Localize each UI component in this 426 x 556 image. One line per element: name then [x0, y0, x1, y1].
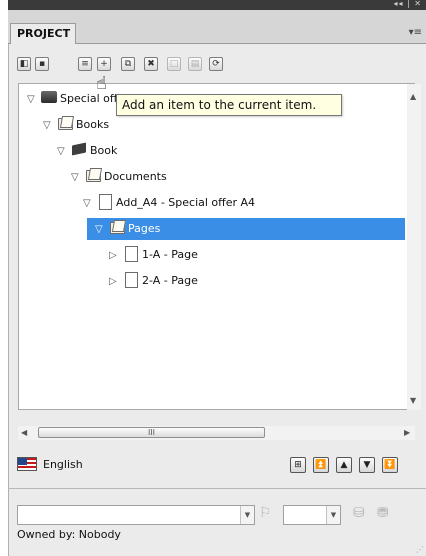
- tree-item-pages[interactable]: ▽ Pages: [87, 218, 405, 240]
- collapse-toggle-icon[interactable]: ▷: [109, 271, 123, 293]
- move-top-icon[interactable]: ⏫: [313, 457, 329, 473]
- tree-item-books[interactable]: ▽ Books: [43, 114, 109, 136]
- list-icon[interactable]: ▤: [188, 57, 202, 71]
- add-item-icon[interactable]: +: [97, 57, 111, 71]
- tree-item-label: Add_A4 - Special offer A4: [116, 196, 256, 209]
- tree-item-documents[interactable]: ▽ Documents: [71, 166, 167, 188]
- owner-label: Owned by: Nobody: [17, 528, 121, 541]
- scroll-left-icon[interactable]: ◀: [21, 428, 27, 437]
- move-down-icon[interactable]: ▼: [359, 457, 375, 473]
- special-icon: [41, 90, 57, 104]
- unlock-icon[interactable]: ⛃: [377, 505, 389, 521]
- window-controls[interactable]: ◂◂ | ✕: [393, 0, 422, 9]
- folder-icon: [85, 168, 101, 182]
- scroll-up-icon[interactable]: ▲: [410, 92, 416, 101]
- flag-icon[interactable]: ⚐: [259, 505, 272, 521]
- page-icon: [97, 194, 113, 210]
- panel-title-bar: ◂◂ | ✕: [8, 0, 426, 10]
- blank-icon[interactable]: □: [167, 57, 181, 71]
- refresh-icon[interactable]: ⟳: [209, 57, 223, 71]
- move-up-icon[interactable]: ▲: [336, 457, 352, 473]
- language-label[interactable]: English: [43, 458, 83, 471]
- chevron-down-icon[interactable]: ▼: [326, 506, 340, 524]
- tree-item-page-1a[interactable]: ▷ 1-A - Page: [109, 244, 198, 266]
- select-icon[interactable]: ◧: [17, 57, 31, 71]
- tooltip: Add an item to the current item.: [116, 94, 342, 116]
- tree-item-label: 2-A - Page: [142, 274, 198, 287]
- expand-toggle-icon[interactable]: ▽: [27, 89, 41, 111]
- collapse-toggle-icon[interactable]: ▷: [109, 245, 123, 267]
- status-combo[interactable]: ▼: [17, 505, 255, 525]
- properties-icon[interactable]: ≡: [78, 57, 92, 71]
- hand-cursor-icon: ☝: [96, 73, 107, 94]
- expand-toggle-icon[interactable]: ▽: [83, 193, 97, 215]
- folder-icon: [57, 116, 73, 130]
- tree-item-add-a4[interactable]: ▽ Add_A4 - Special offer A4: [83, 192, 255, 214]
- tree-item-label: 1-A - Page: [142, 248, 198, 261]
- tree-item-book[interactable]: ▽ Book: [57, 140, 117, 162]
- tab-project[interactable]: PROJECT: [10, 23, 76, 44]
- tree-item-label: Pages: [128, 222, 161, 235]
- tree-item-page-2a[interactable]: ▷ 2-A - Page: [109, 270, 198, 292]
- folder-icon: [109, 220, 125, 234]
- tree-item-label: Documents: [104, 170, 167, 183]
- delete-icon[interactable]: ✖: [144, 57, 158, 71]
- expand-toggle-icon[interactable]: ▽: [43, 115, 57, 137]
- tree-item-label: Books: [76, 118, 110, 131]
- page-icon: [123, 246, 139, 262]
- expand-toggle-icon[interactable]: ▽: [71, 167, 85, 189]
- project-tree[interactable]: ▽ Special offer ▽ Books ▽ Book ▽ Documents ▽…: [18, 83, 415, 410]
- scroll-right-icon[interactable]: ▶: [404, 428, 410, 437]
- tree-item-label: Book: [90, 144, 118, 157]
- vertical-scrollbar[interactable]: ▲ ▼: [407, 84, 421, 410]
- page-icon: [123, 272, 139, 288]
- scroll-thumb[interactable]: III: [38, 427, 265, 438]
- expand-tree-icon[interactable]: ⊞: [290, 457, 306, 473]
- divider: [8, 488, 426, 489]
- expand-toggle-icon[interactable]: ▽: [95, 219, 109, 241]
- scroll-down-icon[interactable]: ▼: [410, 396, 416, 405]
- lock-icon[interactable]: ⛁: [353, 505, 365, 521]
- chevron-down-icon[interactable]: ▼: [240, 506, 254, 524]
- version-combo[interactable]: ▼: [283, 505, 341, 525]
- us-flag-icon[interactable]: [17, 457, 37, 471]
- book-icon: [71, 142, 87, 156]
- copy-icon[interactable]: ⧉: [121, 57, 135, 71]
- save-icon[interactable]: ▪: [35, 57, 49, 71]
- resize-grip-icon[interactable]: ⋰: [416, 545, 424, 554]
- panel-menu-icon[interactable]: ▾≡: [409, 27, 422, 38]
- tree-item-special-offer[interactable]: ▽ Special offer: [27, 88, 129, 110]
- expand-toggle-icon[interactable]: ▽: [57, 141, 71, 163]
- move-bottom-icon[interactable]: ⏬: [382, 457, 398, 473]
- horizontal-scrollbar[interactable]: ◀ III ▶: [18, 426, 415, 440]
